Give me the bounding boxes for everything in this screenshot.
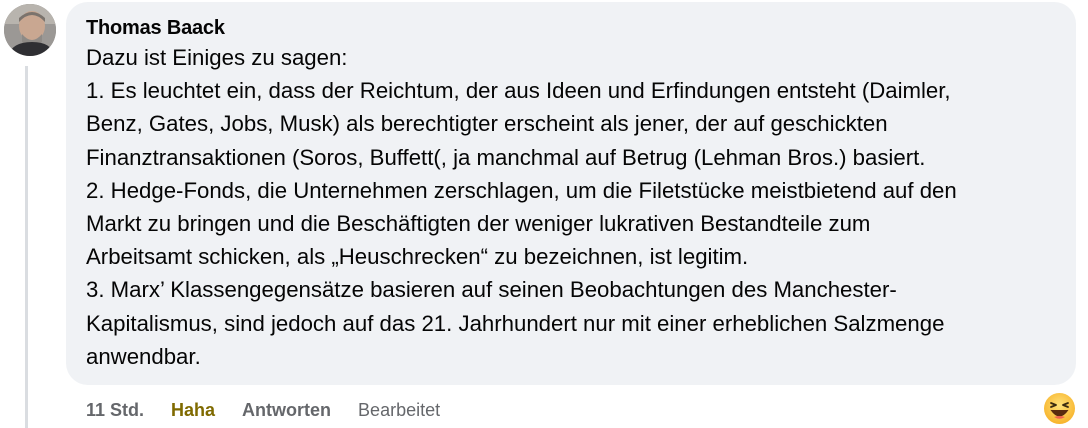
comment-line: 1. Es leuchtet ein, dass der Reichtum, d… [86,78,951,104]
comment-actions: 11 Std. Haha Antworten Bearbeitet [86,396,467,424]
reaction-button[interactable]: Haha [171,400,215,421]
avatar[interactable] [4,4,56,56]
edited-label: Bearbeitet [358,399,441,420]
reply-button[interactable]: Antworten [242,400,331,421]
thread-line [25,66,28,428]
comment-line: anwendbar. [86,343,201,369]
haha-emoji-icon[interactable] [1043,392,1076,425]
comment-line: 2. Hedge-Fonds, die Unternehmen zerschla… [86,177,957,203]
timestamp-link[interactable]: 11 Std. [86,400,144,421]
comment-bubble: Thomas Baack Dazu ist Einiges zu sagen: … [66,2,1076,385]
comment-author[interactable]: Thomas Baack [86,15,1058,41]
comment-line: Benz, Gates, Jobs, Musk) als berechtigte… [86,111,888,137]
comment-line: Finanztransaktionen (Soros, Buffett(, ja… [86,144,926,170]
comment-line: Arbeitsamt schicken, als „Heuschrecken“ … [86,244,749,270]
comment-line: 3. Marx’ Klassengegensätze basieren auf … [86,277,897,303]
comment-line: Markt zu bringen und die Beschäftigten d… [86,211,871,237]
comment-line: Dazu ist Einiges zu sagen: [86,45,348,70]
comment-text: Dazu ist Einiges zu sagen: 1. Es leuchte… [86,41,1058,373]
comment-line: Kapitalismus, sind jedoch auf das 21. Ja… [86,310,945,336]
comment: Thomas Baack Dazu ist Einiges zu sagen: … [0,0,1088,428]
